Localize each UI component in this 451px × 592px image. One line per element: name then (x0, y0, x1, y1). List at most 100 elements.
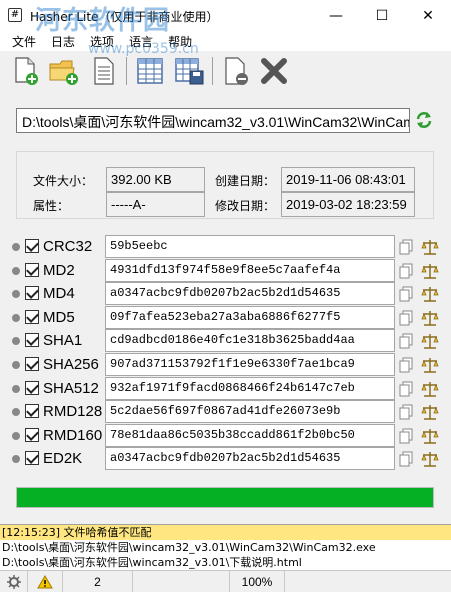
hash-value-field[interactable]: a0347acbc9fdb0207b2ac5b2d1d54635 (105, 447, 395, 470)
hash-name: RMD160 (43, 427, 103, 444)
menu-options[interactable]: 选项 (84, 31, 123, 51)
toolbar-separator (126, 57, 127, 85)
hash-checkbox[interactable] (25, 310, 39, 324)
attributes-value: -----A- (106, 192, 205, 217)
hash-checkbox[interactable] (25, 357, 39, 371)
hash-value-field[interactable]: 09f7afea523eba27a3aba6886f6277f5 (105, 306, 395, 329)
progress-fill (17, 488, 433, 507)
warning-icon (28, 571, 63, 592)
table-icon[interactable] (133, 54, 167, 88)
copy-icon[interactable] (399, 310, 415, 326)
hash-name: SHA512 (43, 380, 99, 397)
hash-value-field[interactable]: 907ad371153792f1f1e9e6330f7ae1bca9 (105, 353, 395, 376)
hash-value-field[interactable]: a0347acbc9fdb0207b2ac5b2d1d54635 (105, 282, 395, 305)
title-bar: # Hasher Lite（仅用于非商业使用） — ☐ ✕ (0, 0, 451, 31)
maximize-button[interactable]: ☐ (359, 0, 405, 31)
compare-icon[interactable] (421, 263, 439, 279)
copy-icon[interactable] (399, 381, 415, 397)
hash-row-rmd128: RMD128 5c2dae56f697f0867ad41dfe26073e9b (12, 400, 442, 424)
compare-icon[interactable] (421, 404, 439, 420)
hash-value-field[interactable]: 78e81daa86c5035b38ccadd861f2b0bc50 (105, 424, 395, 447)
copy-icon[interactable] (399, 404, 415, 420)
hash-row-crc32: CRC32 59b5eebc (12, 235, 442, 259)
copy-icon[interactable] (399, 263, 415, 279)
copy-icon[interactable] (399, 286, 415, 302)
log-line: D:\tools\桌面\河东软件园\wincam32_v3.01\下载说明.ht… (2, 556, 302, 569)
add-file-icon[interactable] (8, 54, 42, 88)
hash-row-rmd160: RMD160 78e81daa86c5035b38ccadd861f2b0bc50 (12, 424, 442, 448)
modified-value: 2019-03-02 18:23:59 (281, 192, 415, 217)
created-label: 创建日期： (215, 174, 276, 188)
toolbar-separator (212, 57, 213, 85)
compare-icon[interactable] (421, 381, 439, 397)
hash-checkbox[interactable] (25, 381, 39, 395)
hash-checkbox[interactable] (25, 239, 39, 253)
clear-document-icon[interactable] (219, 54, 253, 88)
add-folder-icon[interactable] (47, 54, 81, 88)
compare-icon[interactable] (421, 451, 439, 467)
menu-log[interactable]: 日志 (45, 31, 84, 51)
hash-checkbox[interactable] (25, 286, 39, 300)
hash-value-field[interactable]: 5c2dae56f697f0867ad41dfe26073e9b (105, 400, 395, 423)
compare-icon[interactable] (421, 428, 439, 444)
status-empty (133, 571, 230, 592)
hash-name: MD2 (43, 262, 75, 279)
hash-row-sha256: SHA256 907ad371153792f1f1e9e6330f7ae1bca9 (12, 353, 442, 377)
attributes-label: 属性： (33, 199, 70, 213)
hash-checkbox[interactable] (25, 451, 39, 465)
status-dot-icon (12, 337, 20, 345)
log-line: D:\tools\桌面\河东软件园\wincam32_v3.01\WinCam3… (2, 541, 376, 554)
status-bar: 2 100% (0, 570, 451, 592)
copy-icon[interactable] (399, 428, 415, 444)
hash-row-sha512: SHA512 932af1971f9facd0868466f24b6147c7eb (12, 377, 442, 401)
status-dot-icon (12, 267, 20, 275)
hash-value-field[interactable]: 932af1971f9facd0868466f24b6147c7eb (105, 377, 395, 400)
compare-icon[interactable] (421, 357, 439, 373)
size-label: 文件大小： (33, 174, 94, 188)
hash-checkbox[interactable] (25, 333, 39, 347)
toolbar (0, 51, 451, 91)
menu-language[interactable]: 语言 (123, 31, 162, 51)
hash-checkbox[interactable] (25, 404, 39, 418)
settings-gear-icon[interactable] (0, 571, 28, 592)
status-dot-icon (12, 385, 20, 393)
copy-icon[interactable] (399, 333, 415, 349)
compare-icon[interactable] (421, 239, 439, 255)
hash-row-sha1: SHA1 cd9adbcd0186e40fc1e318b3625badd4aa (12, 329, 442, 353)
refresh-icon[interactable] (414, 110, 434, 130)
close-button[interactable]: ✕ (405, 0, 451, 31)
hash-name: MD4 (43, 285, 75, 302)
copy-icon[interactable] (399, 357, 415, 373)
progress-bar (16, 487, 434, 508)
copy-icon[interactable] (399, 451, 415, 467)
status-dot-icon (12, 314, 20, 322)
document-icon[interactable] (87, 54, 121, 88)
hash-row-ed2k: ED2K a0347acbc9fdb0207b2ac5b2d1d54635 (12, 447, 442, 471)
hash-row-md4: MD4 a0347acbc9fdb0207b2ac5b2d1d54635 (12, 282, 442, 306)
size-value: 392.00 KB (106, 167, 205, 192)
file-info-panel: 文件大小： 392.00 KB 属性： -----A- 创建日期： 2019-1… (16, 151, 434, 219)
menu-file[interactable]: 文件 (6, 31, 45, 51)
hash-name: SHA1 (43, 332, 83, 349)
hash-value-field[interactable]: 4931dfd13f974f58e9f8ee5c7aafef4a (105, 259, 395, 282)
close-x-icon[interactable] (257, 54, 291, 88)
hash-checkbox[interactable] (25, 263, 39, 277)
compare-icon[interactable] (421, 333, 439, 349)
menu-bar: 文件 日志 选项 语言 帮助 (0, 31, 451, 51)
hash-value-field[interactable]: 59b5eebc (105, 235, 395, 258)
window-title: Hasher Lite（仅用于非商业使用） (30, 10, 219, 24)
hash-checkbox[interactable] (25, 428, 39, 442)
hash-name: MD5 (43, 309, 75, 326)
hash-value-field[interactable]: cd9adbcd0186e40fc1e318b3625badd4aa (105, 329, 395, 352)
menu-help[interactable]: 帮助 (162, 31, 201, 51)
status-dot-icon (12, 243, 20, 251)
log-line: [12:15:23] 文件哈希值不匹配 (0, 525, 451, 540)
copy-icon[interactable] (399, 239, 415, 255)
compare-icon[interactable] (421, 286, 439, 302)
save-table-icon[interactable] (172, 54, 206, 88)
minimize-button[interactable]: — (313, 0, 359, 31)
file-path-field[interactable]: D:\tools\桌面\河东软件园\wincam32_v3.01\WinCam3… (16, 108, 410, 133)
log-panel[interactable]: [12:15:23] 文件哈希值不匹配 D:\tools\桌面\河东软件园\wi… (0, 524, 451, 570)
compare-icon[interactable] (421, 310, 439, 326)
file-count: 2 (63, 571, 133, 592)
